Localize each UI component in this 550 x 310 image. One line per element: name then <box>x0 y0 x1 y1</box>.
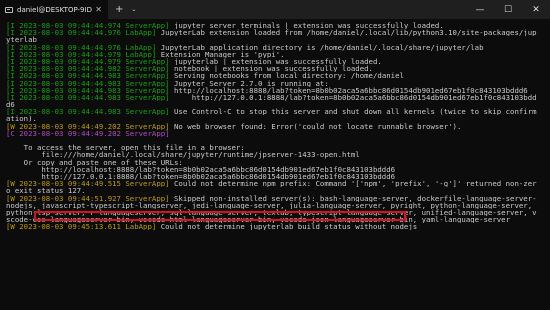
log-message: JupyterLab application directory is /hom… <box>156 43 484 51</box>
log-prefix: [W 2023-08-03 09:44:49.515 ServerApp] <box>6 180 170 188</box>
log-message: http://localhost:8888/lab?token=8b0b02ac… <box>6 165 396 173</box>
terminal-line: [W 2023-08-03 09:44:51.927 ServerApp] Sk… <box>6 195 546 202</box>
close-button[interactable]: ✕ <box>522 0 550 19</box>
terminal-tab[interactable]: daniel@DESKTOP-9IDSOO2: ~ ✕ <box>0 0 108 19</box>
terminal-line: To access the server, open this file in … <box>6 144 546 151</box>
log-message: o exit status 127. <box>6 187 86 195</box>
log-prefix: [I 2023-08-03 09:44:44.983 ServerApp] <box>6 79 170 87</box>
log-prefix: [W 2023-08-03 09:45:13.611 LabApp] <box>6 223 157 231</box>
log-prefix: [I 2023-08-03 09:44:44.974 ServerApp] <box>6 22 170 30</box>
log-message: nodejs, javascript-typescript-langserver… <box>6 201 533 209</box>
terminal-window: daniel@DESKTOP-9IDSOO2: ~ ✕ + ⌄ — ☐ ✕ [I… <box>0 0 550 310</box>
terminal-line: file:///home/daniel/.local/share/jupyter… <box>6 151 546 158</box>
terminal-line: [I 2023-08-03 09:44:44.976 LabApp] Jupyt… <box>6 44 546 51</box>
terminal-line: [I 2023-08-03 09:44:44.979 ServerApp] ju… <box>6 58 546 65</box>
chevron-down-icon[interactable]: ⌄ <box>131 6 136 13</box>
log-message: http://localhost:8888/lab?token=8b0b02ac… <box>169 86 528 94</box>
terminal-line: [I 2023-08-03 09:44:44.979 LabApp] Exten… <box>6 51 546 58</box>
terminal-line: http://localhost:8888/lab?token=8b0b02ac… <box>6 166 546 173</box>
log-message: jupyter_server_terminals | extension was… <box>169 22 444 30</box>
maximize-button[interactable]: ☐ <box>494 0 522 19</box>
minimize-button[interactable]: — <box>466 0 494 19</box>
log-prefix: [W 2023-08-03 09:44:51.927 ServerApp] <box>6 194 170 202</box>
log-prefix: [C 2023-08-03 09:44:49.202 ServerApp] <box>6 129 170 137</box>
log-message: To access the server, open this file in … <box>6 144 245 152</box>
log-message: d6 <box>6 101 15 109</box>
terminal-line: d6 <box>6 101 546 108</box>
log-message: http://127.0.0.1:8888/lab?token=8b0b02ac… <box>6 172 396 181</box>
log-prefix: [I 2023-08-03 09:44:44.976 LabApp] <box>6 43 157 51</box>
log-prefix: [I 2023-08-03 09:44:44.983 ServerApp] <box>6 93 170 102</box>
terminal-line: o exit status 127. <box>6 187 546 194</box>
log-prefix: [I 2023-08-03 09:44:44.983 ServerApp] <box>6 108 170 116</box>
window-controls: — ☐ ✕ <box>466 0 550 19</box>
log-message: Skipped non-installed server(s): bash-la… <box>169 194 537 202</box>
tab-close-icon[interactable]: ✕ <box>95 5 102 14</box>
terminal-line: [I 2023-08-03 09:44:44.983 ServerApp] Ju… <box>6 80 546 87</box>
terminal-line: http://127.0.0.1:8888/lab?token=8b0b02ac… <box>6 173 546 180</box>
new-tab-button[interactable]: + <box>115 4 123 15</box>
log-message: Extension Manager is 'pypi'. <box>156 50 285 58</box>
log-prefix: [I 2023-08-03 09:44:44.982 ServerApp] <box>6 65 170 73</box>
log-message: Use Control-C to stop this server and sh… <box>169 108 537 116</box>
log-message: Could not determine npm prefix: Command … <box>169 180 537 188</box>
log-message: ation). <box>6 115 37 123</box>
log-prefix: [I 2023-08-03 09:44:44.979 ServerApp] <box>6 57 170 66</box>
log-message: file:///home/daniel/.local/share/jupyter… <box>6 151 360 159</box>
terminal-line: [W 2023-08-03 09:44:49.202 ServerApp] No… <box>6 123 546 130</box>
terminal-line: [I 2023-08-03 09:44:44.982 ServerApp] no… <box>6 65 546 72</box>
log-message: jupyterlab | extension was successfully … <box>169 57 382 66</box>
terminal-output[interactable]: [I 2023-08-03 09:44:44.974 ServerApp] ju… <box>6 22 546 230</box>
log-message: Jupyter Server 2.7.0 is running at: <box>169 79 329 87</box>
log-prefix: [I 2023-08-03 09:44:44.983 ServerApp] <box>6 72 170 80</box>
log-message: yterlab <box>6 36 37 44</box>
tab-title: daniel@DESKTOP-9IDSOO2: ~ <box>17 5 92 14</box>
terminal-line: [W 2023-08-03 09:45:13.611 LabApp] Could… <box>6 223 546 230</box>
terminal-line: yterlab <box>6 36 546 43</box>
log-message: http://127.0.0.1:8888/lab?token=8b0b02ac… <box>169 93 537 102</box>
terminal-line: [I 2023-08-03 09:44:44.983 ServerApp] Us… <box>6 108 546 115</box>
terminal-line: ation). <box>6 115 546 122</box>
terminal-line: [I 2023-08-03 09:44:44.974 ServerApp] ju… <box>6 22 546 29</box>
terminal-line: [I 2023-08-03 09:44:44.983 ServerApp] Se… <box>6 72 546 79</box>
terminal-line: [W 2023-08-03 09:44:49.515 ServerApp] Co… <box>6 180 546 187</box>
terminal-line: Or copy and paste one of these URLs: <box>6 159 546 166</box>
log-message: notebook | extension was successfully lo… <box>169 65 373 73</box>
terminal-line: nodejs, javascript-typescript-langserver… <box>6 202 546 209</box>
log-prefix: [I 2023-08-03 09:44:44.979 LabApp] <box>6 50 157 58</box>
log-prefix: [I 2023-08-03 09:44:44.983 ServerApp] <box>6 86 170 94</box>
log-prefix: [W 2023-08-03 09:44:49.202 ServerApp] <box>6 122 170 130</box>
log-message: Could not determine jupyterlab build sta… <box>156 223 418 231</box>
title-bar: daniel@DESKTOP-9IDSOO2: ~ ✕ + ⌄ — ☐ ✕ <box>0 0 550 19</box>
log-message: JupyterLab extension loaded from /home/d… <box>156 29 537 37</box>
terminal-line: [I 2023-08-03 09:44:44.983 ServerApp] ht… <box>6 87 546 94</box>
terminal-line: [I 2023-08-03 09:44:44.983 ServerApp] ht… <box>6 94 546 101</box>
log-message: Or copy and paste one of these URLs: <box>6 158 183 166</box>
log-prefix: [I 2023-08-03 09:44:44.976 LabApp] <box>6 29 157 37</box>
log-message: Serving notebooks from local directory: … <box>169 72 404 80</box>
terminal-line: [C 2023-08-03 09:44:49.202 ServerApp] <box>6 130 546 137</box>
terminal-line: [I 2023-08-03 09:44:44.976 LabApp] Jupyt… <box>6 29 546 36</box>
log-message: No web browser found: Error('could not l… <box>169 122 462 130</box>
url-highlight-box <box>34 211 406 221</box>
terminal-icon <box>5 6 13 13</box>
